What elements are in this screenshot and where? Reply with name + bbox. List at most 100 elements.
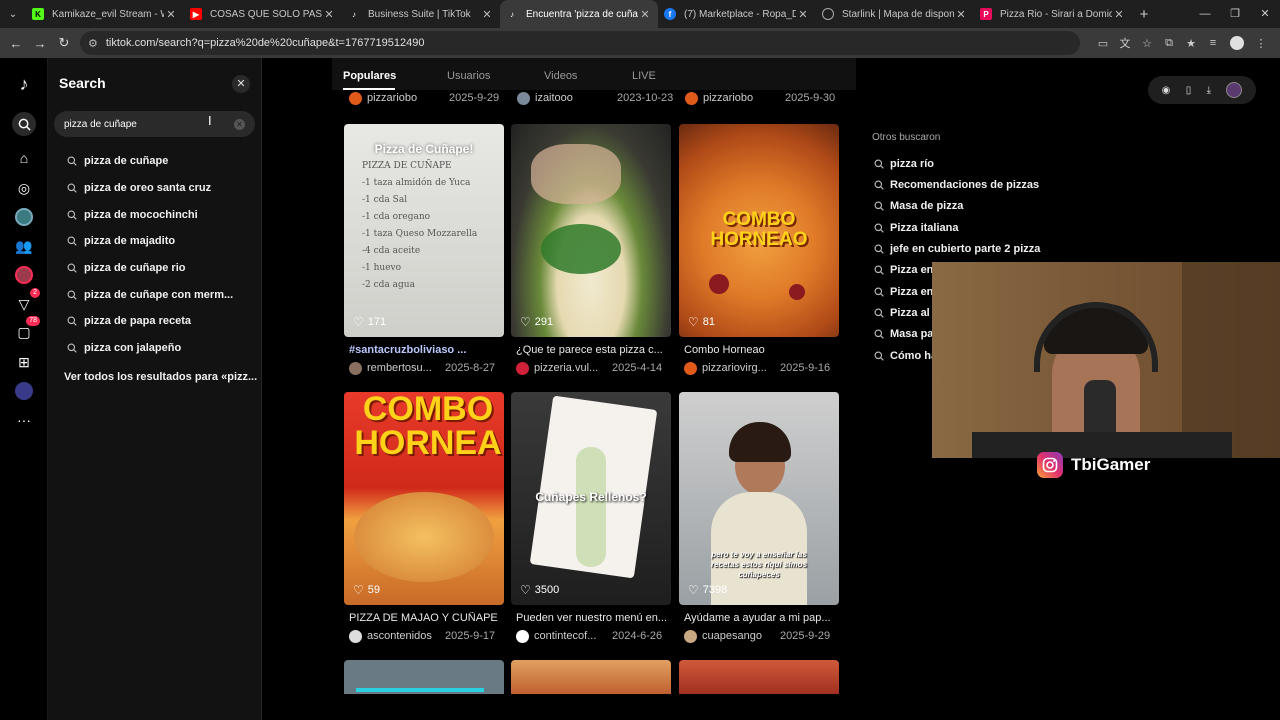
video-author-row[interactable]: pizzariobo 2025-9-30 bbox=[685, 91, 845, 105]
video-thumbnail[interactable] bbox=[511, 660, 671, 694]
more-icon[interactable]: ··· bbox=[12, 408, 36, 432]
url-text[interactable]: tiktok.com/search?q=pizza%20de%20cuñape&… bbox=[106, 37, 425, 49]
related-search-item[interactable]: Pizza al p bbox=[874, 307, 940, 319]
suggestion-item[interactable]: pizza de mocochinchi bbox=[67, 207, 198, 223]
author-name[interactable]: rembertosu... bbox=[367, 362, 432, 374]
phone-icon[interactable]: ▯ bbox=[1186, 85, 1192, 96]
profile-avatar[interactable] bbox=[1230, 36, 1244, 50]
video-caption[interactable]: Ayúdame a ayudar a mi pap... bbox=[684, 612, 839, 624]
tab-search-chevron-icon[interactable]: ⌄ bbox=[0, 0, 26, 28]
related-search-item[interactable]: Masa pa bbox=[874, 328, 933, 340]
download-icon[interactable]: ⤓ bbox=[1207, 85, 1211, 96]
video-author-row[interactable]: izaitooo 2023-10-23 bbox=[517, 91, 677, 105]
video-author-row[interactable]: ascontenidos 2025-9-17 bbox=[349, 629, 504, 643]
close-tab-icon[interactable]: ✕ bbox=[322, 8, 336, 21]
video-card[interactable]: ♡ 291 ¿Que te parece esta pizza c... pizz… bbox=[511, 124, 671, 380]
new-tab-button[interactable]: + bbox=[1132, 6, 1156, 23]
video-thumbnail[interactable]: Cuñapes Rellenos? ♡ 3500 bbox=[511, 392, 671, 605]
video-caption[interactable]: Pueden ver nuestro menú en... bbox=[516, 612, 671, 624]
back-icon[interactable]: ← bbox=[4, 36, 28, 51]
video-author-row[interactable]: pizzariovirg... 2025-9-16 bbox=[684, 361, 839, 375]
author-name[interactable]: pizzariovirg... bbox=[702, 362, 767, 374]
video-thumbnail[interactable] bbox=[679, 660, 839, 694]
suggestion-item[interactable]: pizza de oreo santa cruz bbox=[67, 180, 211, 196]
video-author-row[interactable]: pizzeria.vul... 2025-4-14 bbox=[516, 361, 671, 375]
browser-tab[interactable]: K Kamikaze_evil Stream - Watch L ✕ bbox=[26, 0, 184, 28]
author-name[interactable]: contintecof... bbox=[534, 630, 596, 642]
browser-tab[interactable]: Starlink | Mapa de disponibilid ✕ bbox=[816, 0, 974, 28]
suggestion-item[interactable]: pizza de cuñape rio bbox=[67, 260, 185, 276]
video-caption[interactable]: ¿Que te parece esta pizza c... bbox=[516, 344, 671, 356]
video-thumbnail[interactable] bbox=[344, 660, 504, 694]
video-thumbnail[interactable]: COMBO HORNEAO ♡ 81 bbox=[679, 124, 839, 337]
close-tab-icon[interactable]: ✕ bbox=[1112, 8, 1126, 21]
related-search-item[interactable]: Pizza italiana bbox=[874, 222, 958, 234]
following-avatar-icon[interactable] bbox=[12, 205, 36, 229]
inbox-icon[interactable]: ▽ 2 bbox=[12, 288, 40, 316]
video-card[interactable]: Cuñapes Rellenos? ♡ 3500 Pueden ver nuest… bbox=[511, 392, 671, 648]
home-icon[interactable]: ⌂ bbox=[12, 146, 36, 170]
suggestion-item[interactable]: pizza de majadito bbox=[67, 233, 175, 249]
search-input[interactable] bbox=[54, 111, 255, 137]
suggestion-item[interactable]: pizza de cuñape bbox=[67, 153, 168, 169]
live-avatar-icon[interactable] bbox=[12, 263, 36, 287]
browser-menu-icon[interactable]: ⋮ bbox=[1250, 37, 1272, 50]
suggestion-item[interactable]: pizza de papa receta bbox=[67, 313, 191, 329]
related-search-item[interactable]: Masa de pizza bbox=[874, 200, 963, 212]
close-tab-icon[interactable]: ✕ bbox=[954, 8, 968, 21]
extensions-icon[interactable]: ⧉ bbox=[1158, 37, 1180, 50]
video-thumbnail[interactable]: Pizza de Cuñape! PIZZA DE CUÑAPE -1 taza… bbox=[344, 124, 504, 337]
site-info-icon[interactable]: ⚙ bbox=[88, 37, 98, 50]
related-search-item[interactable]: Recomendaciones de pizzas bbox=[874, 179, 1039, 191]
author-name[interactable]: izaitooo bbox=[535, 92, 573, 104]
restore-icon[interactable]: ❐ bbox=[1220, 0, 1250, 28]
reading-list-icon[interactable]: ≡ bbox=[1202, 37, 1224, 49]
video-card[interactable]: COMBO HORNEA ♡ 59 PIZZA DE MAJAO Y CUÑAPE… bbox=[344, 392, 504, 648]
suggestion-item[interactable]: pizza con jalapeño bbox=[67, 340, 181, 356]
reload-icon[interactable]: ↻ bbox=[52, 35, 76, 51]
close-tab-icon[interactable]: ✕ bbox=[796, 8, 810, 21]
bookmarks-icon[interactable]: ★ bbox=[1180, 37, 1202, 50]
tab-popular[interactable]: Populares bbox=[343, 70, 396, 82]
close-tab-icon[interactable]: ✕ bbox=[638, 8, 652, 21]
minimize-icon[interactable]: — bbox=[1190, 0, 1220, 28]
browser-tab[interactable]: ▶ COSAS QUE SOLO PASAN EN B ✕ bbox=[184, 0, 342, 28]
video-caption[interactable]: Combo Horneao bbox=[684, 344, 839, 356]
address-bar[interactable]: ⚙ tiktok.com/search?q=pizza%20de%20cuñap… bbox=[80, 31, 1080, 55]
browser-tab-active[interactable]: ♪ Encuentra 'pizza de cuñape' en ✕ bbox=[500, 0, 658, 28]
author-name[interactable]: pizzeria.vul... bbox=[534, 362, 598, 374]
tab-live[interactable]: LIVE bbox=[632, 70, 656, 82]
author-name[interactable]: ascontenidos bbox=[367, 630, 432, 642]
video-thumbnail[interactable]: pero te voy a enseñar las recetas estos … bbox=[679, 392, 839, 605]
see-all-results-link[interactable]: Ver todos los resultados para «pizz... bbox=[64, 371, 257, 383]
related-search-item[interactable]: Pizza en bbox=[874, 286, 933, 298]
author-name[interactable]: cuapesango bbox=[702, 630, 762, 642]
suggestion-item[interactable]: pizza de cuñape con merm... bbox=[67, 287, 233, 303]
profile-avatar-icon[interactable] bbox=[12, 379, 36, 403]
video-author-row[interactable]: rembertosu... 2025-8-27 bbox=[349, 361, 504, 375]
forward-icon[interactable]: → bbox=[28, 36, 52, 51]
tab-videos[interactable]: Videos bbox=[544, 70, 577, 82]
explore-icon[interactable]: ◎ bbox=[12, 176, 36, 200]
browser-tab[interactable]: P Pizza Rio - Sirari a Domicilio |P ✕ bbox=[974, 0, 1132, 28]
video-author-row[interactable]: contintecof... 2024-6-26 bbox=[516, 629, 671, 643]
video-card[interactable]: Pizza de Cuñape! PIZZA DE CUÑAPE -1 taza… bbox=[344, 124, 504, 380]
video-author-row[interactable]: cuapesango 2025-9-29 bbox=[684, 629, 839, 643]
tab-users[interactable]: Usuarios bbox=[447, 70, 490, 82]
messages-icon[interactable]: ▢ 78 bbox=[12, 316, 40, 344]
translate-icon[interactable]: 文 bbox=[1114, 35, 1136, 51]
video-thumbnail[interactable]: COMBO HORNEA ♡ 59 bbox=[344, 392, 504, 605]
clear-search-icon[interactable]: ✕ bbox=[234, 119, 245, 130]
related-search-item[interactable]: Cómo ha bbox=[874, 350, 937, 362]
browser-tab[interactable]: ♪ Business Suite | TikTok ✕ bbox=[342, 0, 500, 28]
related-search-item[interactable]: jefe en cubierto parte 2 pizza bbox=[874, 243, 1040, 255]
related-search-item[interactable]: pizza río bbox=[874, 158, 934, 170]
tiktok-logo-icon[interactable]: ♪ bbox=[12, 72, 36, 96]
compass-icon[interactable]: ◉ bbox=[1162, 85, 1171, 96]
bookmark-star-icon[interactable]: ☆ bbox=[1136, 37, 1158, 50]
related-search-item[interactable]: Pizza en bbox=[874, 264, 933, 276]
close-tab-icon[interactable]: ✕ bbox=[480, 8, 494, 21]
video-card[interactable]: pero te voy a enseñar las recetas estos … bbox=[679, 392, 839, 648]
video-author-row[interactable]: pizzariobo 2025-9-29 bbox=[349, 91, 509, 105]
close-window-icon[interactable]: ✕ bbox=[1250, 0, 1280, 28]
